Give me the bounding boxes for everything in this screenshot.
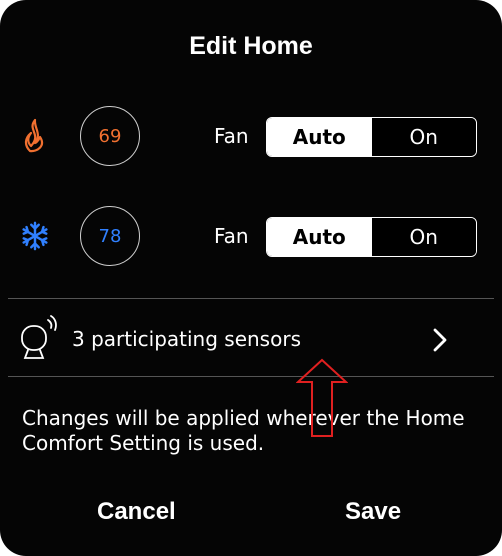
cool-setpoint-value: 78	[98, 225, 122, 247]
chevron-right-icon	[430, 326, 450, 354]
heat-fan-toggle: Auto On	[266, 117, 477, 157]
heat-setpoint-dial[interactable]: 69	[80, 106, 140, 166]
info-note: Changes will be applied wherever the Hom…	[22, 406, 465, 455]
sensor-icon	[18, 314, 62, 364]
participating-sensors-row[interactable]: 3 participating sensors	[0, 300, 502, 376]
cool-fan-auto-option[interactable]: Auto	[267, 218, 372, 256]
flame-icon	[20, 118, 50, 154]
save-button[interactable]: Save	[345, 498, 401, 526]
heat-fan-label: Fan	[214, 124, 249, 148]
dialog-title: Edit Home	[189, 32, 313, 60]
heat-setpoint-value: 69	[98, 125, 122, 147]
cool-row: 78 Fan Auto On	[0, 196, 502, 276]
heat-row: 69 Fan Auto On	[0, 96, 502, 176]
heat-fan-auto-option[interactable]: Auto	[267, 118, 372, 156]
edit-home-dialog: Edit Home 69 Fan Auto On 78 Fan Auto On …	[0, 0, 502, 556]
heat-fan-on-option[interactable]: On	[371, 118, 476, 156]
cool-fan-toggle: Auto On	[266, 217, 477, 257]
cool-fan-label: Fan	[214, 224, 249, 248]
cool-setpoint-dial[interactable]: 78	[80, 206, 140, 266]
cancel-button[interactable]: Cancel	[97, 498, 176, 526]
snowflake-icon	[20, 218, 50, 254]
sensors-label: 3 participating sensors	[72, 327, 301, 351]
divider-top	[8, 298, 494, 299]
divider-bottom	[8, 376, 494, 377]
cool-fan-on-option[interactable]: On	[371, 218, 476, 256]
